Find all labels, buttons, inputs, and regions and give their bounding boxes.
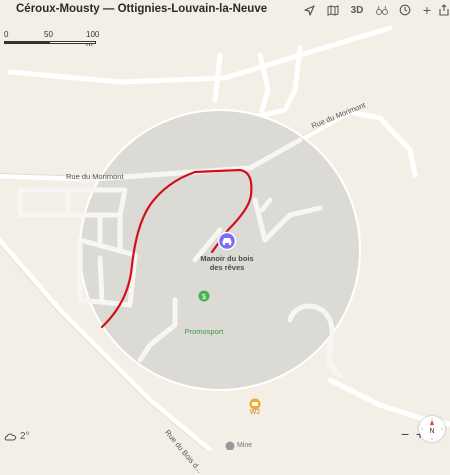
manoir-pin-icon[interactable]	[217, 231, 237, 251]
temperature-label: 2°	[20, 431, 30, 442]
compass-button[interactable]: N	[419, 416, 445, 442]
manoir-label-line1: Manoir du bois	[200, 254, 254, 263]
street-label-rue-du-morimont-west: Rue du Morimont	[66, 172, 124, 181]
scale-label-0: 0	[4, 30, 9, 39]
zoom-out-button[interactable]: −	[401, 426, 409, 442]
scale-label-100m: 100 m	[86, 30, 100, 48]
clock-icon[interactable]	[398, 2, 412, 18]
share-icon[interactable]	[438, 2, 450, 18]
3d-toggle[interactable]: 3D	[349, 2, 365, 18]
scale-segment-2	[49, 41, 96, 44]
promosport-label[interactable]: Promosport	[164, 327, 244, 336]
add-icon[interactable]: +	[420, 2, 434, 18]
location-arrow-icon[interactable]	[302, 2, 316, 18]
scale-label-50: 50	[44, 30, 53, 39]
map-canvas[interactable]: $	[0, 0, 450, 450]
weather-widget[interactable]: 2°	[4, 431, 30, 442]
map-mode-icon[interactable]	[326, 2, 340, 18]
scale-segment-1	[4, 41, 49, 44]
w2-label[interactable]: W2	[240, 409, 270, 416]
window-title: Céroux-Mousty — Ottignies-Louvain-la-Neu…	[16, 3, 268, 15]
title-bar: Céroux-Mousty — Ottignies-Louvain-la-Neu…	[0, 0, 450, 22]
compass-label: N	[429, 428, 434, 435]
mine-label[interactable]: Mine	[237, 442, 252, 449]
manoir-label-line2: des rêves	[209, 263, 245, 272]
w2-icon[interactable]	[249, 398, 261, 410]
compass-icon: N	[421, 418, 443, 440]
svg-text:$: $	[202, 294, 206, 301]
promosport-icon[interactable]: $	[198, 290, 210, 302]
manoir-label[interactable]: Manoir du bois des rêves	[187, 254, 267, 272]
cloud-icon	[4, 433, 17, 441]
binoculars-icon[interactable]	[375, 2, 389, 18]
